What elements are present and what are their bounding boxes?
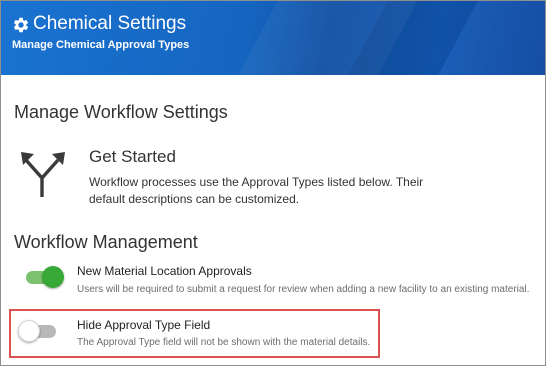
branch-arrows-icon bbox=[21, 152, 65, 197]
workflow-management-heading: Workflow Management bbox=[14, 232, 198, 252]
get-started-title: Get Started bbox=[89, 147, 176, 166]
highlight-box bbox=[9, 309, 380, 358]
page-title: Chemical Settings bbox=[33, 13, 187, 34]
get-started-description: Workflow processes use the Approval Type… bbox=[89, 175, 424, 206]
workflow-settings-heading: Manage Workflow Settings bbox=[14, 102, 228, 122]
page-subtitle: Manage Chemical Approval Types bbox=[12, 39, 190, 51]
hide-approval-type-field-toggle[interactable] bbox=[16, 319, 60, 343]
new-material-location-approvals-toggle[interactable] bbox=[20, 265, 64, 289]
toggle-knob bbox=[18, 320, 40, 342]
toggle-knob bbox=[42, 266, 64, 288]
page-header: Chemical Settings Manage Chemical Approv… bbox=[1, 1, 545, 75]
new-material-location-approvals-label: New Material Location Approvals bbox=[77, 264, 252, 278]
gear-icon bbox=[13, 17, 29, 33]
new-material-location-approvals-description: Users will be required to submit a reque… bbox=[77, 284, 530, 295]
hide-approval-type-field-label: Hide Approval Type Field bbox=[77, 318, 211, 332]
hide-approval-type-field-description: The Approval Type field will not be show… bbox=[77, 337, 371, 348]
